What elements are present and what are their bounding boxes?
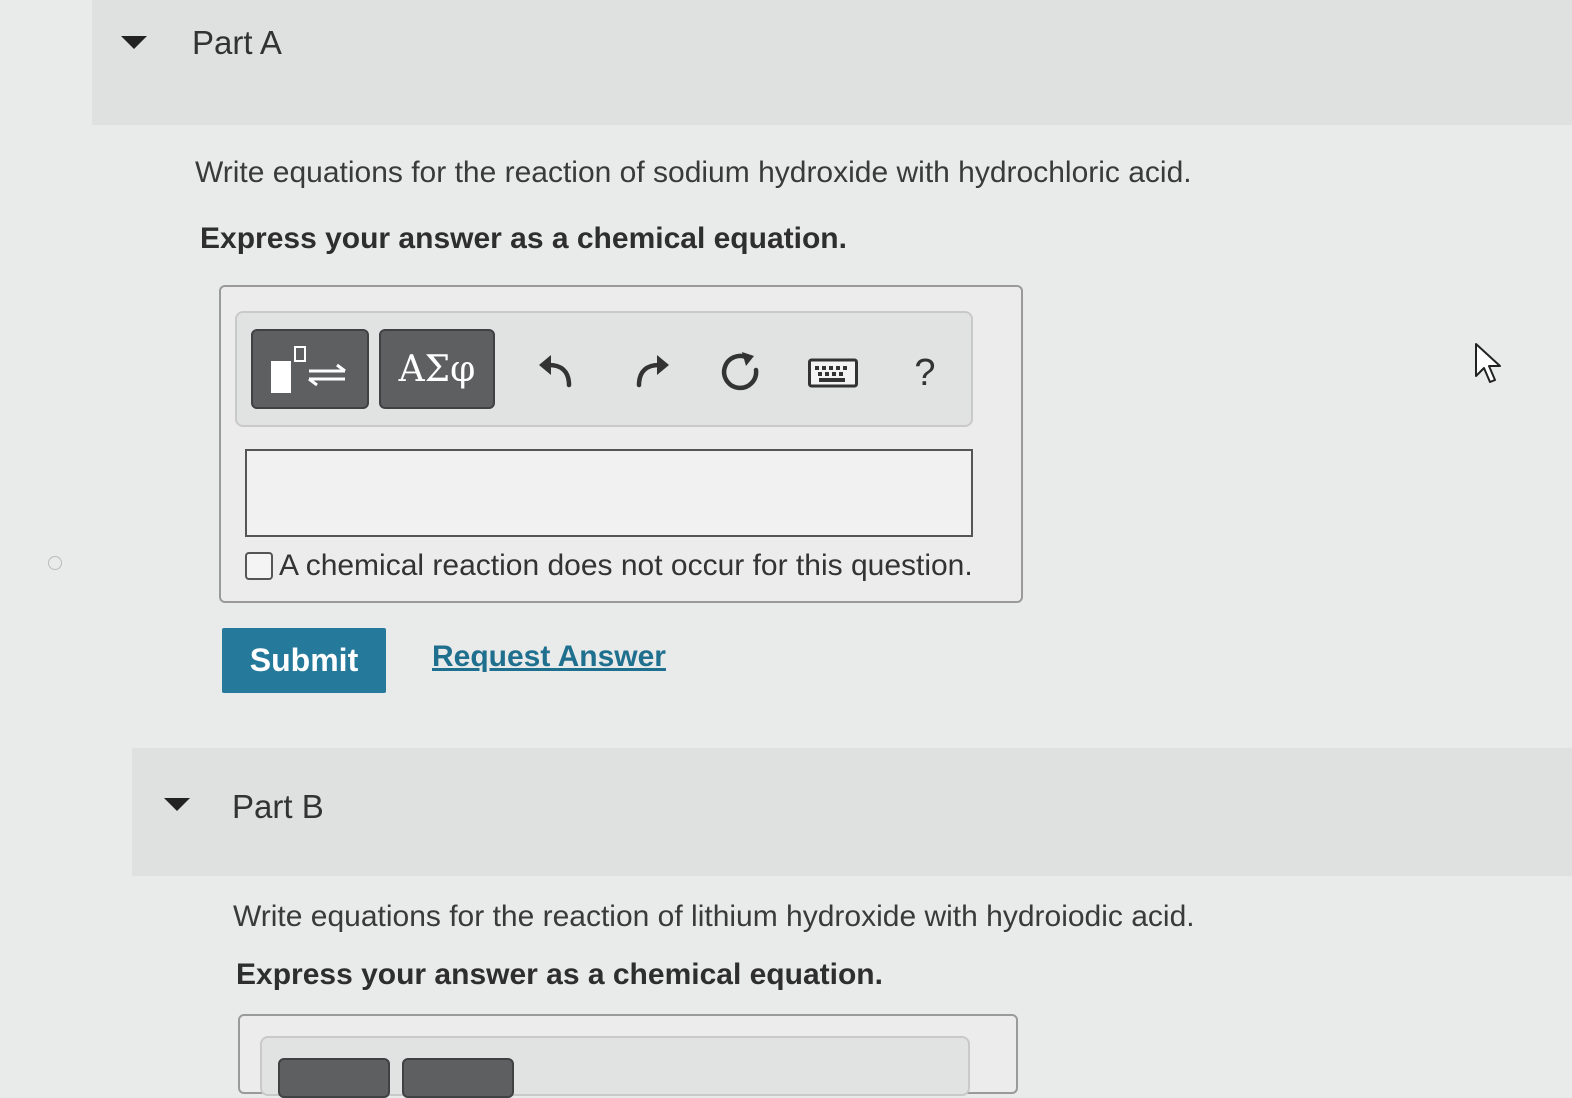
redo-icon: [636, 355, 669, 388]
part-b-answer-panel: [238, 1014, 1018, 1098]
keyboard-icon: [808, 358, 858, 388]
templates-button[interactable]: [251, 329, 369, 409]
answer-panel: ΑΣφ ? A chemical reaction does not occur…: [219, 285, 1023, 603]
undo-button[interactable]: [527, 343, 587, 403]
subscript-superscript-reaction-arrow-icon: [271, 346, 346, 393]
part-b-header[interactable]: [132, 748, 1572, 876]
symbols-button[interactable]: ΑΣφ: [379, 329, 495, 409]
reset-icon: [721, 352, 759, 391]
redo-button[interactable]: [621, 343, 681, 403]
part-b-templates-button[interactable]: [278, 1058, 390, 1098]
no-reaction-checkbox[interactable]: [245, 552, 273, 580]
keyboard-button[interactable]: [803, 343, 863, 403]
no-reaction-label: A chemical reaction does not occur for t…: [279, 549, 973, 582]
collapse-caret-icon[interactable]: [164, 798, 190, 811]
part-b-question: Write equations for the reaction of lith…: [233, 900, 1195, 933]
submit-button[interactable]: Submit: [222, 628, 386, 693]
no-reaction-option[interactable]: A chemical reaction does not occur for t…: [245, 549, 973, 583]
part-b-equation-toolbar: [260, 1036, 970, 1098]
equation-toolbar: ΑΣφ ?: [235, 311, 973, 427]
help-button-label: ?: [914, 351, 936, 394]
part-a-header[interactable]: [92, 0, 1572, 125]
mouse-cursor-icon: [1475, 343, 1501, 383]
part-b-symbols-button[interactable]: [402, 1058, 514, 1098]
answer-input[interactable]: [245, 449, 973, 537]
part-b-instruction: Express your answer as a chemical equati…: [236, 958, 883, 991]
undo-icon: [539, 355, 572, 388]
decorative-dot: [48, 556, 62, 570]
request-answer-link[interactable]: Request Answer: [432, 640, 666, 674]
part-a-question: Write equations for the reaction of sodi…: [195, 156, 1192, 189]
symbols-button-label: ΑΣφ: [398, 348, 476, 390]
part-a-title: Part A: [192, 24, 282, 61]
reset-button[interactable]: [711, 343, 771, 403]
help-button[interactable]: ?: [895, 343, 955, 403]
part-b-title: Part B: [232, 788, 324, 825]
part-a-instruction: Express your answer as a chemical equati…: [200, 222, 847, 255]
collapse-caret-icon[interactable]: [121, 36, 147, 49]
